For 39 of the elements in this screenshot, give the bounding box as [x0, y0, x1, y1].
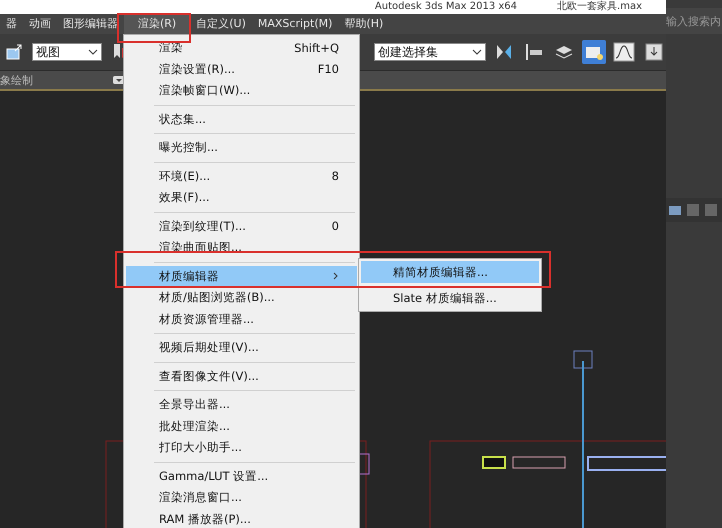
window-title: Autodesk 3ds Max 2013 x64: [374, 0, 518, 14]
shortcut-label: 8: [332, 169, 339, 184]
menu-entry[interactable]: 精简材质编辑器...: [361, 261, 539, 283]
menu-entry[interactable]: 全景导出器...: [126, 394, 357, 416]
menu-entry[interactable]: Gamma/LUT 设置...: [126, 466, 357, 487]
shortcut-label: 0: [332, 219, 339, 234]
caret-icon: [88, 49, 98, 55]
menu-entry[interactable]: 环境(E)... 8: [126, 166, 357, 187]
chevron-right-icon: [333, 272, 339, 280]
menu-entry[interactable]: 渲染到纹理(T)... 0: [126, 216, 357, 237]
menu-item[interactable]: 图形编辑器: [57, 14, 124, 34]
menu-entry[interactable]: 渲染消息窗口...: [126, 487, 357, 508]
menu-entry[interactable]: 材质/贴图浏览器(B)...: [126, 287, 357, 308]
menu-item[interactable]: MAXScript(M): [252, 14, 338, 34]
menu-entry[interactable]: 材质资源管理器...: [126, 308, 357, 330]
selection-set-dropdown[interactable]: 创建选择集: [374, 43, 486, 61]
menu-entry[interactable]: RAM 播放器(P)...: [126, 508, 357, 528]
menu-entry[interactable]: 渲染设置(R)... F10: [126, 58, 357, 80]
shortcut-label: F10: [318, 62, 339, 76]
viewport-label: 象绘制: [0, 72, 33, 88]
shortcut-label: Shift+Q: [294, 40, 339, 55]
menu-entry[interactable]: 曝光控制...: [126, 137, 357, 158]
menu-entry[interactable]: 查看图像文件(V)...: [126, 366, 357, 387]
caret-icon: [472, 49, 482, 55]
menu-entry[interactable]: 效果(F)...: [126, 187, 357, 208]
file-name: 北欧一套家具.max: [557, 0, 642, 14]
menu-entry[interactable]: Slate 材质编辑器...: [361, 283, 539, 309]
menu-item[interactable]: 动画: [23, 14, 57, 34]
menu-entry[interactable]: 渲染帧窗口(W)...: [126, 80, 357, 102]
menu-item[interactable]: 自定义(U): [190, 14, 252, 34]
menu-entry[interactable]: 批处理渲染...: [126, 416, 357, 437]
menu-entry[interactable]: 打印大小助手...: [126, 437, 357, 458]
menu-item[interactable]: 器: [0, 14, 23, 34]
menu-item[interactable]: 帮助(H): [338, 14, 390, 34]
menu-entry[interactable]: 材质编辑器: [126, 266, 357, 287]
menu-entry[interactable]: 视频后期处理(V)...: [126, 337, 357, 358]
view-dropdown[interactable]: 视图: [32, 43, 102, 61]
menu-item[interactable]: 渲染(R): [124, 14, 190, 34]
menu-entry[interactable]: 状态集...: [126, 108, 357, 130]
